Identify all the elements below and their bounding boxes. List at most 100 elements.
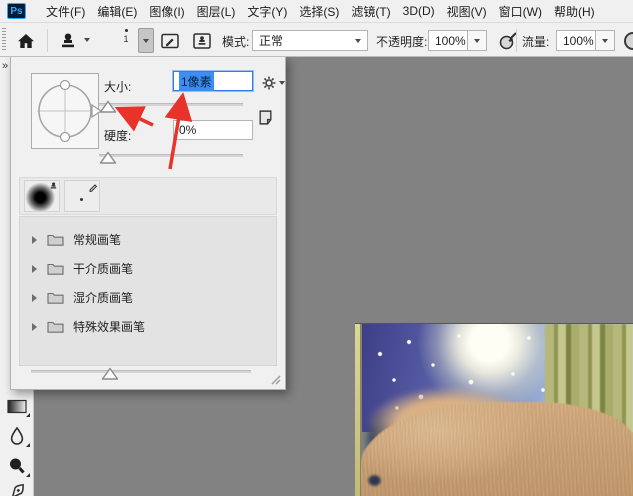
gear-icon [262,76,276,90]
pencil-badge-icon [89,184,98,192]
tools-collapse-button[interactable]: » [2,60,8,72]
size-input[interactable]: 1像素 [173,71,253,91]
flyout-corner-icon [26,443,30,447]
ps-logo-text: Ps [10,5,23,17]
clone-stamp-tool-button[interactable] [56,29,80,53]
brush-folder-list: 常规画笔 干介质画笔 湿介质画笔 特殊效果画笔 [19,216,277,366]
hardness-input[interactable]: 0% [173,120,253,140]
folder-label: 干介质画笔 [73,262,134,276]
blur-tool-button[interactable] [0,423,33,449]
blur-drop-icon [10,426,23,445]
flow-input[interactable]: 100% [556,30,596,51]
flow-value: 100% [563,33,594,48]
panel-menu-button[interactable] [261,75,285,91]
folder-row-special-effects[interactable]: 特殊效果画笔 [20,312,276,341]
menu-filter[interactable]: 滤镜(T) [345,0,396,22]
brush-preset-popup: 大小: 1像素 硬度: 0% 常规画笔 干介质画笔 湿介质画笔 特殊效果画笔 [10,56,286,390]
new-preset-icon [259,110,272,125]
hardness-slider-thumb[interactable] [99,151,117,165]
brush-angle-control[interactable] [31,73,103,149]
stamp-badge-icon [50,182,57,189]
size-value-selected: 1像素 [179,71,214,91]
airbrush-icon [499,32,517,50]
preview-size-slider-thumb[interactable] [101,367,119,381]
menu-window[interactable]: 窗口(W) [493,0,548,22]
clone-source-icon [193,33,211,49]
soft-round-brush-preset[interactable] [24,180,60,212]
chevron-right-icon [32,235,37,244]
chevron-right-icon [32,264,37,273]
flow-dropdown-button[interactable] [596,30,615,51]
chevron-down-icon [84,38,90,42]
menu-image[interactable]: 图像(I) [143,0,190,22]
brush-angle-dial-icon [37,79,103,143]
recent-brushes-strip [19,177,277,215]
chevron-right-icon [32,293,37,302]
folder-row-wet-media[interactable]: 湿介质画笔 [20,283,276,312]
brush-size-number: 1 [123,34,129,44]
flyout-corner-icon [26,473,30,477]
gradient-tool-button[interactable] [0,393,33,419]
folder-row-dry-media[interactable]: 干介质画笔 [20,254,276,283]
menu-select[interactable]: 选择(S) [293,0,345,22]
photoshop-window: Ps 文件(F) 编辑(E) 图像(I) 图层(L) 文字(Y) 选择(S) 滤… [0,0,633,496]
brush-tip-dot [124,29,128,32]
chevron-down-icon [602,38,608,43]
folder-icon [47,292,64,304]
dodge-tool-button[interactable] [0,453,33,479]
chevron-down-icon [143,38,149,43]
opacity-dropdown-button[interactable] [468,30,487,51]
home-button[interactable] [14,29,38,53]
folder-icon [47,234,64,246]
pen-tool-button[interactable] [0,481,33,496]
chevron-down-icon [355,38,361,43]
menu-3d[interactable]: 3D(D) [397,0,441,22]
size-label: 大小: [104,80,132,94]
menu-file[interactable]: 文件(F) [40,0,91,22]
menu-edit[interactable]: 编辑(E) [91,0,143,22]
mode-select[interactable]: 正常 [252,30,368,51]
separator [516,29,517,52]
folder-row-general[interactable]: 常规画笔 [20,225,276,254]
brush-preview[interactable]: 1 [118,26,134,55]
chevron-down-icon [279,81,285,85]
home-icon [18,34,34,48]
opacity-value: 100% [435,33,466,48]
toggle-brush-settings-button[interactable] [158,29,182,53]
folder-label: 湿介质画笔 [73,291,134,305]
opacity-input[interactable]: 100% [428,30,468,51]
panel-resize-grip[interactable] [269,373,281,385]
mode-label: 模式: [222,35,250,49]
dodge-icon [9,458,25,474]
menu-type[interactable]: 文字(Y) [241,0,293,22]
mode-value: 正常 [259,34,284,48]
size-slider-thumb[interactable] [99,100,117,114]
hardness-label: 硬度: [104,129,132,143]
hardness-value: 0% [179,123,197,137]
flyout-corner-icon [26,413,30,417]
menu-bar: Ps 文件(F) 编辑(E) 图像(I) 图层(L) 文字(Y) 选择(S) 滤… [0,0,633,22]
separator [47,29,48,52]
hardness-slider-track[interactable] [99,154,243,157]
menu-view[interactable]: 视图(V) [441,0,493,22]
folder-icon [47,321,64,333]
document-canvas[interactable] [355,323,633,496]
brush-picker-toggle[interactable] [138,28,154,53]
smoothing-icon[interactable] [624,32,633,50]
pen-icon [10,483,24,496]
pencil-brush-preset[interactable] [64,180,100,212]
options-bar-grip[interactable] [2,28,6,52]
gradient-icon [6,399,27,413]
ps-logo: Ps [7,3,26,19]
preview-size-slider-track[interactable] [31,370,251,373]
brush-panel-icon [161,33,179,49]
clone-source-panel-button[interactable] [190,29,214,53]
menu-layer[interactable]: 图层(L) [191,0,242,22]
size-slider-track[interactable] [99,103,243,106]
chevron-down-icon [474,38,480,43]
new-preset-button[interactable] [257,109,274,126]
chevron-right-icon [32,322,37,331]
menu-help[interactable]: 帮助(H) [548,0,601,22]
canvas-dark-spot [367,474,382,487]
tool-preset-chevron[interactable] [84,38,90,42]
